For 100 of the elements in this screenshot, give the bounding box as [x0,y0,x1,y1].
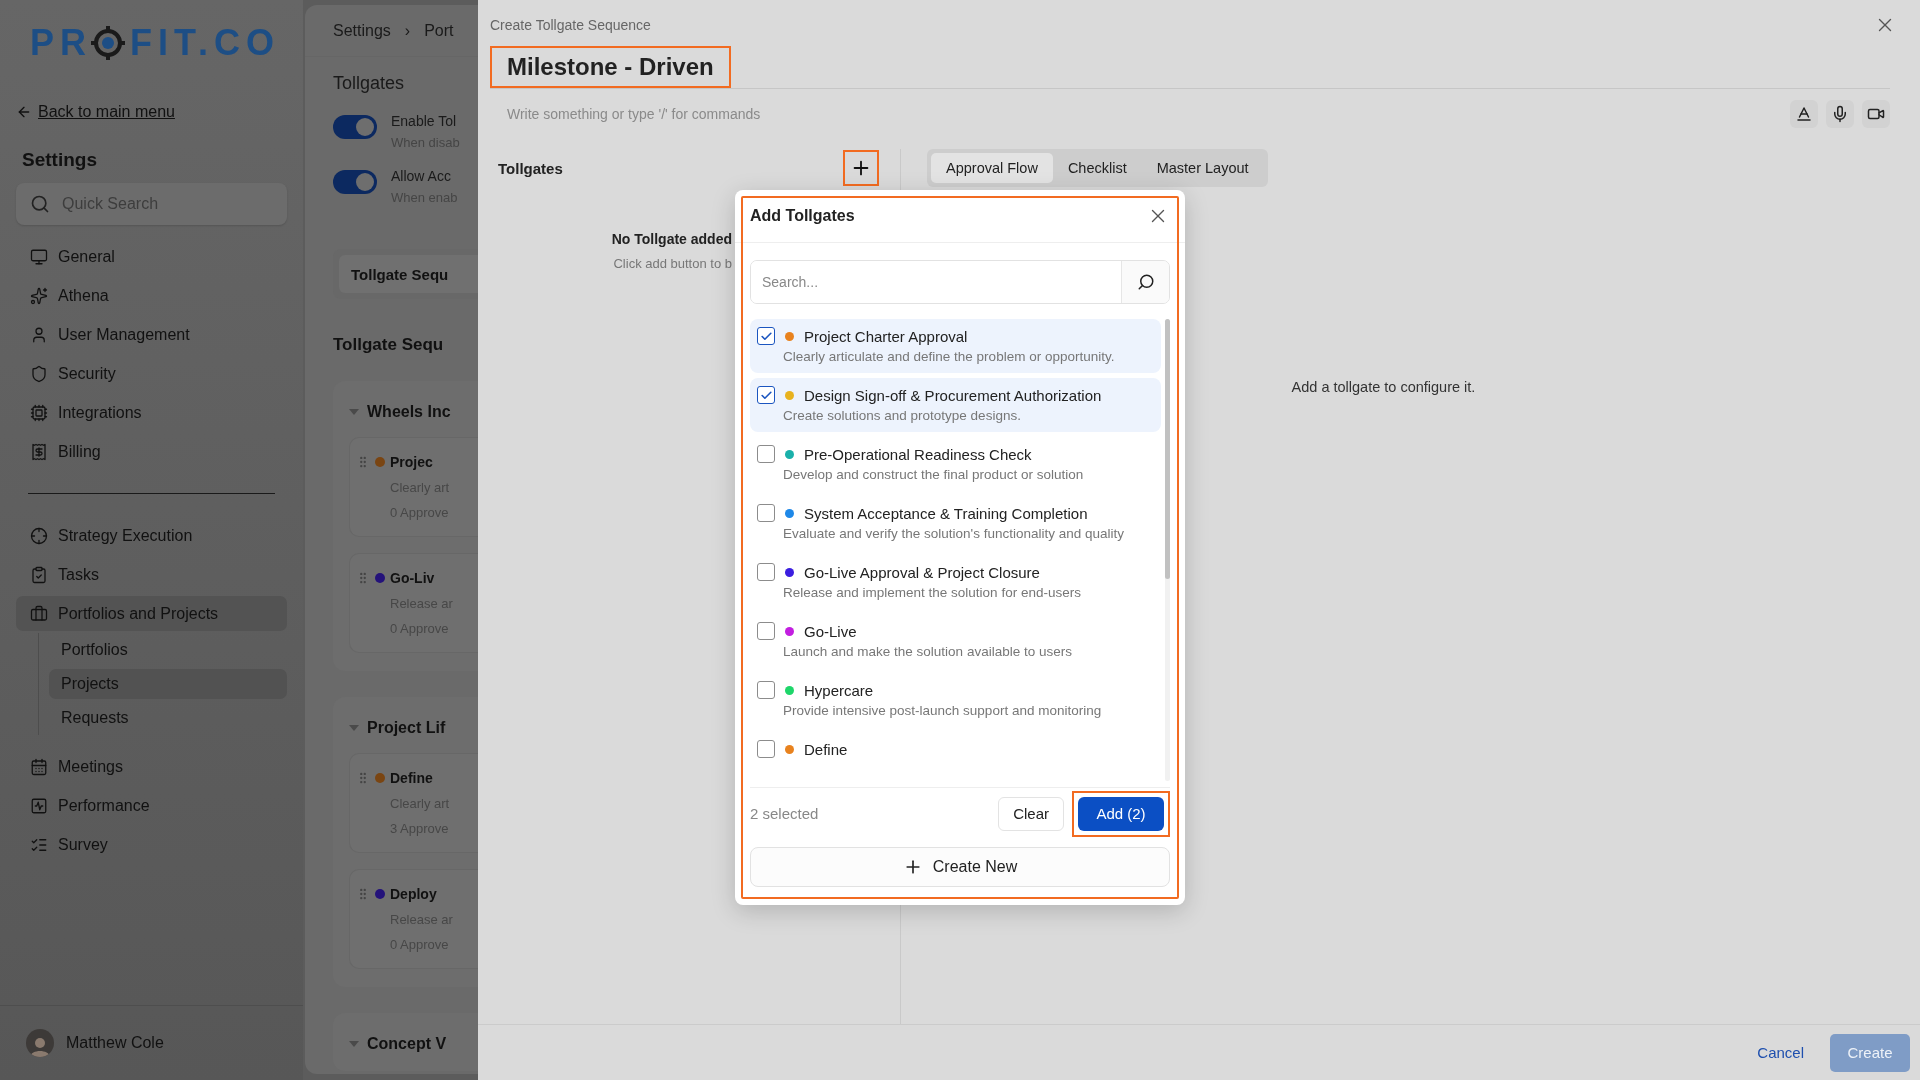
tollgate-option[interactable]: Go-Live Approval & Project Closure Release and implement the solution for end-users [750,555,1161,609]
option-name: Pre-Operational Readiness Check [804,445,1033,463]
shield-icon [30,364,48,383]
nav-item[interactable]: Billing [16,432,287,471]
nav-item[interactable]: Portfolios and Projects [16,596,287,631]
option-name: Define [804,740,849,758]
target-icon [30,526,48,545]
empty-title: No Tollgate added [611,231,732,247]
caret-icon[interactable] [349,1041,359,1047]
empty-message: Add a tollgate to configure it. [1291,379,1476,395]
tollgate-option[interactable]: Go-Live Launch and make the solution available to users [750,614,1161,668]
tab[interactable]: Approval Flow [931,153,1053,183]
checkbox[interactable] [757,622,775,640]
chip-icon [30,403,48,422]
option-name: Hypercare [804,681,875,699]
tab[interactable]: Checklist [1052,153,1142,183]
tollgate-name: Go-Liv [390,570,436,586]
tollgate-name: Projec [390,454,434,470]
option-description: Create solutions and prototype designs. [783,408,1022,423]
toggle-label: Enable Tol [391,113,458,129]
add-selected-button[interactable]: Add (2) [1078,796,1164,831]
option-name: Go-Live [804,622,858,640]
logo: PR FIT.CO [30,28,281,58]
tollgate-option[interactable]: Project Charter Approval Clearly articulate and define the problem or opportunity. [750,319,1161,373]
clear-button[interactable]: Clear [998,796,1064,831]
user-icon [30,325,48,344]
checkbox[interactable] [757,740,775,758]
section-title: Tollgate Sequ [333,335,445,355]
create-new-button[interactable]: Create New [750,847,1170,887]
group-name: Project Lif [367,719,446,737]
tollgate-option[interactable]: Hypercare Provide intensive post-launch support and monitoring [750,673,1161,727]
cancel-button[interactable]: Cancel [1751,1043,1810,1062]
nav-subitem[interactable]: Projects [49,669,287,699]
nav-item[interactable]: Athena [16,276,287,315]
tollgate-option[interactable]: System Acceptance & Training Completion Evaluate and verify the solution's functionality and quality [750,496,1161,550]
nav-item[interactable]: Strategy Execution [16,516,287,555]
breadcrumb-link[interactable]: Port [424,21,454,40]
option-description: Provide intensive post-launch support and monitoring [783,703,1103,718]
dialog-title: Add Tollgates [750,207,855,225]
nav-item[interactable]: Integrations [16,393,287,432]
nav-item[interactable]: Meetings [16,747,287,786]
tollgate-option[interactable]: Design Sign-off & Procurement Authorization Create solutions and prototype designs. [750,378,1161,432]
microphone-button[interactable] [1826,100,1854,128]
description-field[interactable]: Write something or type '/' for commands [490,105,1090,123]
option-description: Develop and construct the final product or solution [783,467,1085,482]
nav-item[interactable]: User Management [16,315,287,354]
chart-icon [30,796,48,815]
tollgate-option[interactable]: Pre-Operational Readiness Check Develop and construct the final product or solution [750,437,1161,491]
caret-icon[interactable] [349,409,359,415]
search-button[interactable] [1121,261,1169,303]
tollgate-name: Deploy [390,886,438,902]
toggle-label: Allow Acc [391,168,452,184]
calendar-icon [30,757,48,776]
create-button[interactable]: Create [1830,1033,1910,1072]
empty-hint: Click add button to b [613,256,732,271]
nav-item[interactable]: Tasks [16,555,287,594]
group-name: Concept V [367,1035,447,1053]
avatar[interactable] [26,1029,54,1057]
search-icon [30,194,50,214]
checkbox[interactable] [757,681,775,699]
text-format-button[interactable] [1790,100,1818,128]
option-description: Evaluate and verify the solution's functionality and quality [783,526,1126,541]
check-icon [759,388,773,402]
drawer-subtitle: Create Tollgate Sequence [490,17,651,33]
checkbox[interactable] [757,386,775,404]
clipboard-check-icon [30,565,48,584]
tollgates-label: Tollgates [498,159,563,177]
check-icon [759,329,773,343]
tollgate-option[interactable]: Define [750,732,1161,767]
option-name: Go-Live Approval & Project Closure [804,563,1041,581]
nav-subitem[interactable]: Requests [49,701,287,735]
sidebar-title: Settings [22,149,98,171]
nav-subitem[interactable]: Portfolios [49,633,287,667]
sequence-title[interactable]: Milestone - Driven [490,46,731,88]
monitor-icon [30,247,48,266]
tab[interactable]: Master Layout [1141,153,1264,183]
nav-item[interactable]: Survey [16,825,287,864]
nav-item[interactable]: Performance [16,786,287,825]
receipt-icon [30,442,48,461]
tollgate-sequence-button[interactable]: Tollgate Sequ [339,255,478,293]
caret-icon[interactable] [349,725,359,731]
checkbox[interactable] [757,563,775,581]
nav-item[interactable]: Security [16,354,287,393]
back-link[interactable]: Back to main menu [16,102,175,122]
nav-item[interactable]: General [16,237,287,276]
checkbox[interactable] [757,504,775,522]
scrollbar[interactable] [1165,319,1170,781]
video-button[interactable] [1862,100,1890,128]
group-name: Wheels Inc [367,403,451,421]
toggle-switch[interactable] [333,115,377,139]
breadcrumb-link[interactable]: Settings [333,21,391,40]
add-button[interactable] [843,150,879,186]
option-description: Release and implement the solution for end-users [783,585,1082,600]
search-field[interactable]: Search... [750,260,1170,304]
tollgate-name: Define [390,770,434,786]
user-name: Matthew Cole [66,1034,164,1052]
checkbox[interactable] [757,445,775,463]
option-description: Clearly articulate and define the problem or opportunity. [783,349,1116,364]
checkbox[interactable] [757,327,775,345]
toggle-switch[interactable] [333,170,377,194]
